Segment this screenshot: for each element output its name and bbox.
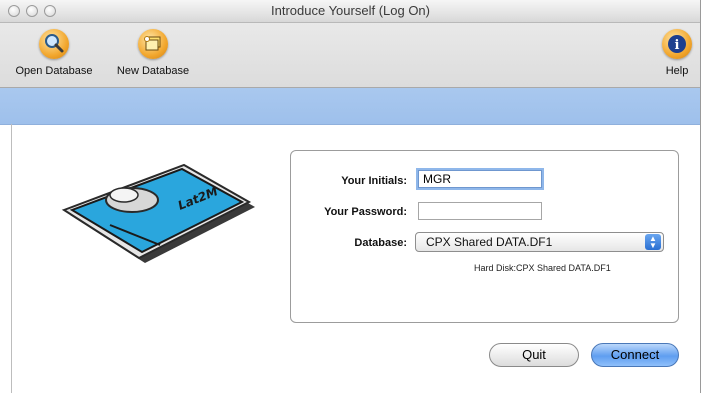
password-label: Your Password: <box>324 206 407 218</box>
initials-label: Your Initials: <box>341 175 407 187</box>
help-button[interactable]: i Help <box>660 29 694 77</box>
open-database-label: Open Database <box>15 65 93 77</box>
info-icon: i <box>662 29 692 59</box>
logon-window: Introduce Yourself (Log On) Open Databas… <box>0 0 701 393</box>
database-illustration: Lat2M <box>61 163 255 263</box>
new-database-icon <box>138 29 168 59</box>
new-database-button[interactable]: New Database <box>112 29 194 77</box>
header-band <box>0 88 700 125</box>
database-selected-value: CPX Shared DATA.DF1 <box>426 235 553 249</box>
select-arrows-icon: ▲ ▼ <box>645 234 661 250</box>
database-path: Hard Disk:CPX Shared DATA.DF1 <box>474 263 611 273</box>
quit-button[interactable]: Quit <box>489 343 579 367</box>
open-database-button[interactable]: Open Database <box>8 29 100 77</box>
toolbar: Open Database New Database i Help <box>0 23 700 88</box>
password-input[interactable] <box>418 202 542 220</box>
initials-input[interactable]: MGR <box>418 170 542 188</box>
logon-form-panel: Your Initials: MGR Your Password: Databa… <box>290 150 679 323</box>
svg-text:i: i <box>675 38 680 53</box>
connect-button[interactable]: Connect <box>591 343 679 367</box>
help-label: Help <box>665 65 689 77</box>
new-database-label: New Database <box>116 65 190 77</box>
window-title: Introduce Yourself (Log On) <box>271 3 430 18</box>
database-label: Database: <box>354 237 407 249</box>
database-select[interactable]: CPX Shared DATA.DF1 ▲ ▼ <box>415 232 664 252</box>
divider <box>11 124 12 393</box>
title-bar: Introduce Yourself (Log On) <box>0 0 700 23</box>
magnifier-icon <box>39 29 69 59</box>
